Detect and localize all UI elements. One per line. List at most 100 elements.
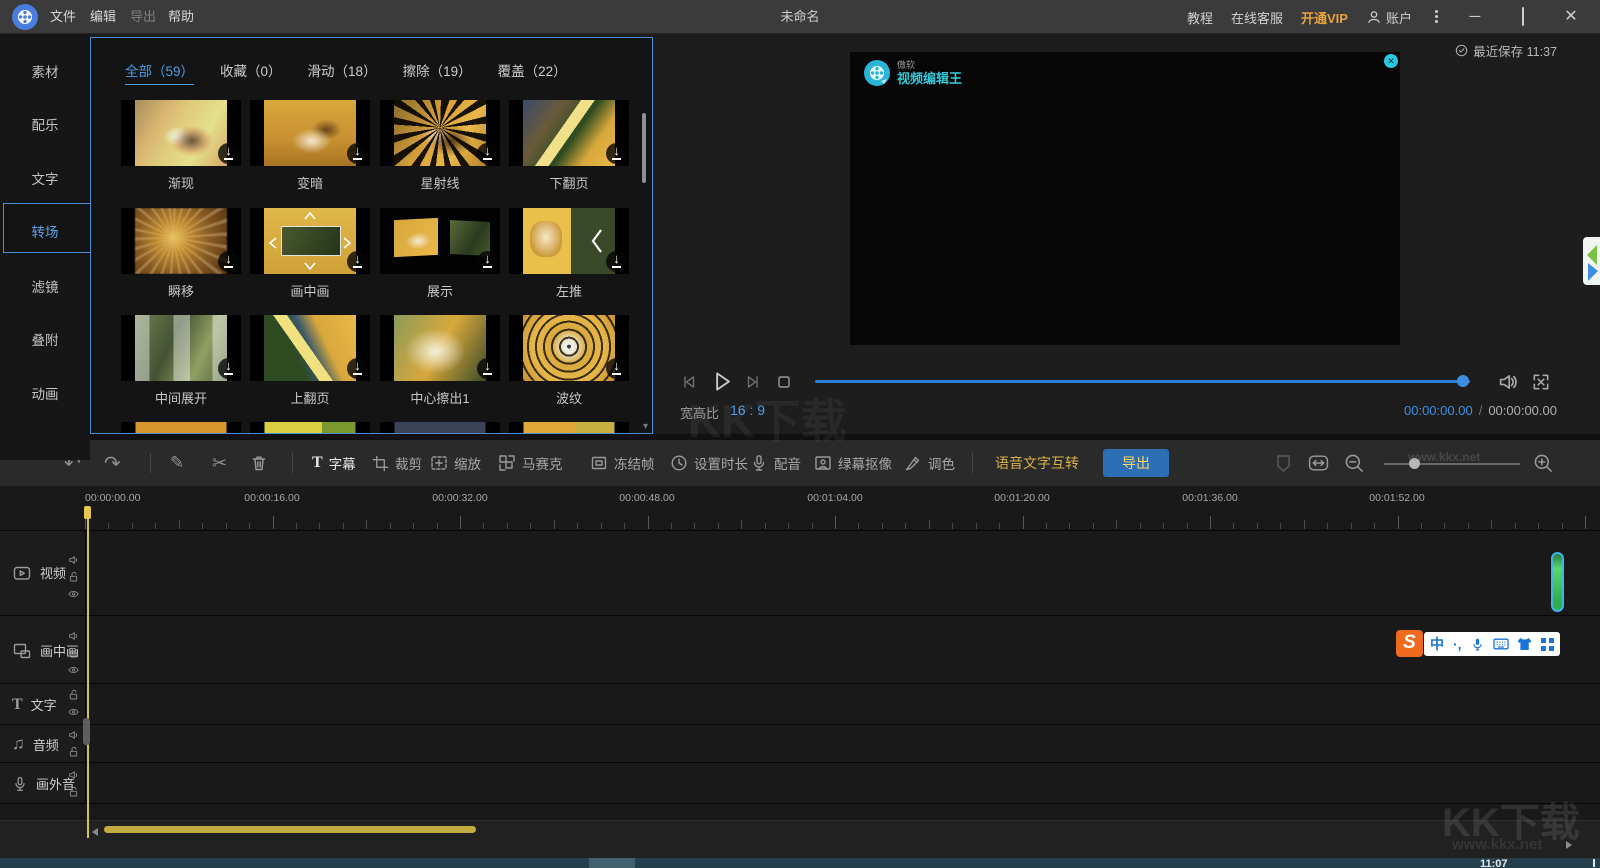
download-icon[interactable]: [606, 143, 627, 164]
scroll-right-icon[interactable]: [1566, 841, 1572, 849]
timeline-zoom-slider[interactable]: [1384, 463, 1520, 465]
maximize-button[interactable]: [1508, 0, 1538, 34]
transition-thumbnail[interactable]: [380, 315, 500, 381]
chroma-key-button[interactable]: 绿幕抠像: [814, 440, 892, 486]
transition-item[interactable]: 展示: [380, 208, 500, 300]
transition-item[interactable]: 变暗: [250, 100, 370, 192]
subtitle-button[interactable]: T字幕: [312, 440, 356, 486]
transition-thumbnail[interactable]: [250, 315, 370, 381]
transition-thumbnail[interactable]: [121, 100, 241, 166]
track-video[interactable]: 视频: [0, 531, 85, 615]
mute-icon[interactable]: [68, 769, 80, 781]
transition-item[interactable]: 上翻页: [250, 315, 370, 407]
ime-punctuation-toggle[interactable]: ·,: [1453, 636, 1462, 652]
lock-icon[interactable]: [68, 786, 80, 798]
mute-icon[interactable]: [68, 729, 80, 741]
next-frame-button[interactable]: [744, 373, 762, 391]
sidebar-item-overlays[interactable]: 叠附: [0, 329, 90, 349]
watermark-close-icon[interactable]: ✕: [1384, 54, 1398, 68]
visibility-icon[interactable]: [67, 706, 80, 718]
transition-thumbnail[interactable]: [509, 208, 629, 274]
dub-button[interactable]: 配音: [750, 440, 801, 486]
tab-favorites[interactable]: 收藏（0）: [220, 60, 282, 85]
lock-icon[interactable]: [68, 571, 80, 583]
transition-item[interactable]: 下翻页: [509, 100, 629, 192]
playback-progress-bar[interactable]: [815, 380, 1470, 383]
sidebar-item-transitions[interactable]: 转场: [0, 221, 90, 241]
panel-scroll-down-icon[interactable]: ▾: [643, 421, 648, 432]
freeze-frame-button[interactable]: 冻结帧: [590, 440, 655, 486]
account-button[interactable]: 账户: [1366, 8, 1412, 27]
edit-button[interactable]: ✎: [170, 440, 184, 486]
tutorial-link[interactable]: 教程: [1187, 8, 1213, 27]
scroll-left-icon[interactable]: [92, 828, 98, 836]
download-icon[interactable]: [606, 358, 627, 379]
mosaic-button[interactable]: 马赛克: [498, 440, 563, 486]
lock-icon[interactable]: [68, 647, 80, 659]
download-icon[interactable]: [347, 143, 368, 164]
transition-item-partial[interactable]: [121, 422, 241, 434]
track-pip[interactable]: 画中画: [0, 616, 85, 683]
transition-item[interactable]: 中间展开: [121, 315, 241, 407]
transition-item[interactable]: 中心擦出1: [380, 315, 500, 407]
download-icon[interactable]: [218, 358, 239, 379]
sidebar-item-text[interactable]: 文字: [0, 168, 90, 188]
ime-mic-icon[interactable]: [1471, 637, 1484, 652]
timeline-vertical-scrollbar[interactable]: [1551, 552, 1564, 612]
playhead-line[interactable]: [87, 518, 89, 838]
os-taskbar[interactable]: 11:07: [0, 858, 1600, 868]
transition-thumbnail[interactable]: [380, 100, 500, 166]
volume-icon[interactable]: [1497, 371, 1519, 393]
transition-item[interactable]: 画中画: [250, 208, 370, 300]
download-icon[interactable]: [477, 143, 498, 164]
playhead-handle[interactable]: [83, 718, 90, 745]
zoom-button[interactable]: 缩放: [430, 440, 481, 486]
download-icon[interactable]: [347, 358, 368, 379]
transition-item[interactable]: 星射线: [380, 100, 500, 192]
speech-text-button[interactable]: 语音文字互转: [995, 440, 1079, 486]
timeline-horizontal-scrollbar[interactable]: [104, 826, 476, 833]
fit-timeline-icon[interactable]: [1308, 453, 1329, 473]
color-grade-button[interactable]: 调色: [904, 440, 955, 486]
lock-icon[interactable]: [68, 689, 80, 701]
transition-thumbnail[interactable]: [380, 208, 500, 274]
transition-item[interactable]: 波纹: [509, 315, 629, 407]
track-text[interactable]: T 文字: [0, 684, 85, 724]
timeline-zoom-knob[interactable]: [1409, 458, 1420, 469]
close-button[interactable]: ✕: [1556, 0, 1586, 34]
zoom-in-icon[interactable]: [1533, 453, 1554, 474]
redo-button[interactable]: ↷: [104, 440, 121, 486]
ime-menu-icon[interactable]: [1541, 638, 1554, 651]
lock-icon[interactable]: [68, 746, 80, 758]
more-menu-icon[interactable]: [1434, 9, 1438, 25]
transition-thumbnail[interactable]: [250, 208, 370, 274]
panel-scrollbar[interactable]: [642, 113, 646, 183]
transition-item[interactable]: 瞬移: [121, 208, 241, 300]
play-button[interactable]: [709, 369, 734, 394]
zoom-out-icon[interactable]: [1344, 453, 1365, 474]
sidebar-item-filters[interactable]: 滤镜: [0, 276, 90, 296]
sogou-logo-icon[interactable]: S: [1396, 630, 1423, 657]
cut-button[interactable]: ✂: [212, 440, 227, 486]
transition-item[interactable]: 左推: [509, 208, 629, 300]
download-icon[interactable]: [477, 251, 498, 272]
download-icon[interactable]: [347, 251, 368, 272]
ime-skin-icon[interactable]: [1518, 638, 1532, 650]
visibility-icon[interactable]: [67, 588, 80, 600]
minimize-button[interactable]: ─: [1460, 0, 1490, 34]
vip-button[interactable]: 开通VIP: [1301, 8, 1348, 27]
download-icon[interactable]: [606, 251, 627, 272]
track-voiceover[interactable]: 画外音: [0, 763, 85, 803]
tab-wipe[interactable]: 擦除（19）: [403, 60, 472, 85]
transition-thumbnail[interactable]: [121, 315, 241, 381]
sidebar-item-animation[interactable]: 动画: [0, 383, 90, 403]
tab-slide[interactable]: 滑动（18）: [308, 60, 377, 85]
transition-thumbnail[interactable]: [250, 100, 370, 166]
transition-thumbnail[interactable]: [509, 100, 629, 166]
visibility-icon[interactable]: [67, 664, 80, 676]
transition-item-partial[interactable]: [380, 422, 500, 434]
transition-thumbnail[interactable]: [509, 315, 629, 381]
mute-icon[interactable]: [68, 554, 80, 566]
transition-thumbnail[interactable]: [121, 208, 241, 274]
crop-button[interactable]: 裁剪: [372, 440, 422, 486]
